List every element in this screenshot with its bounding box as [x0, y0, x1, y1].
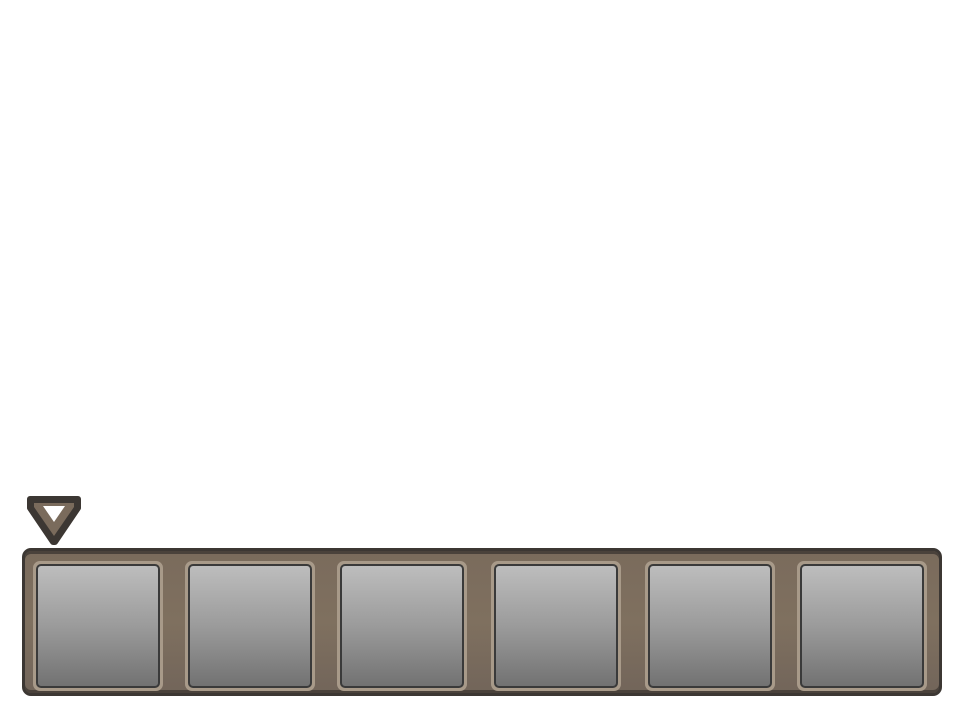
hotbar-slot[interactable] — [337, 561, 467, 691]
selected-slot-indicator — [27, 496, 81, 545]
slot-well — [340, 564, 464, 688]
inventory-hotbar — [22, 548, 942, 696]
slot-well — [188, 564, 312, 688]
slot-well — [36, 564, 160, 688]
hotbar-slot[interactable] — [797, 561, 927, 691]
game-stage — [0, 0, 960, 720]
slot-well — [648, 564, 772, 688]
hotbar-slot[interactable] — [33, 561, 163, 691]
chevron-down-icon — [27, 496, 81, 545]
slot-well — [494, 564, 618, 688]
hotbar-slot[interactable] — [645, 561, 775, 691]
hotbar-slot[interactable] — [185, 561, 315, 691]
slot-well — [800, 564, 924, 688]
hotbar-slot[interactable] — [491, 561, 621, 691]
